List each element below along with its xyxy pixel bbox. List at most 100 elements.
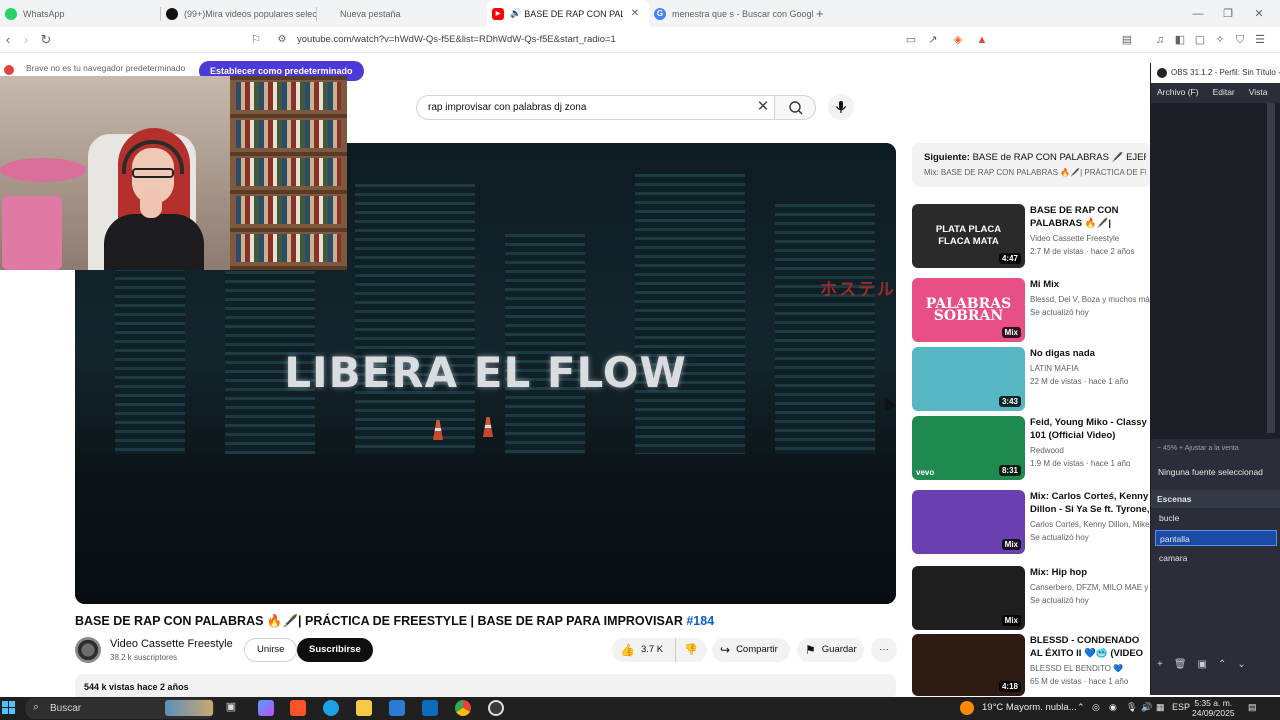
recommended-video[interactable]: 4:18 BLESSD - CONDENADO AL ÉXITO II 💙🥶 (… <box>912 634 1152 698</box>
microphone-icon[interactable]: 🎙 <box>1126 702 1137 713</box>
obs-taskbar-icon[interactable] <box>488 700 504 716</box>
leo-ai-icon[interactable]: ✧ <box>1213 33 1227 47</box>
recommended-video[interactable]: PALABRAS SOBRAN Mix Mi Mix Blessd, Dei V… <box>912 278 1152 342</box>
recommended-video[interactable]: Mix Mix: Hip hop Canserbero, DFZM, MILO … <box>912 566 1152 630</box>
tab-tiktok[interactable]: (99+)Mira videos populares selecci <box>161 0 316 27</box>
tray-app-icon[interactable]: ◎ <box>1092 702 1100 713</box>
brave-icon[interactable] <box>290 700 306 716</box>
brave-shields-icon[interactable]: ◈ <box>951 33 965 47</box>
bookmark-icon[interactable]: ⚐ <box>248 32 264 48</box>
new-tab-button[interactable]: + <box>816 6 824 21</box>
recommended-video[interactable]: vevo 8:31 Feid, Young Miko - Classy 101 … <box>912 416 1152 480</box>
video-channel[interactable]: LATIN MAFIA <box>1030 364 1152 373</box>
video-channel[interactable]: BLESSD EL BENDITO 💙 <box>1030 664 1152 673</box>
volume-icon[interactable]: 🔊 <box>1141 702 1152 713</box>
like-count[interactable]: 3.7 K <box>641 638 663 662</box>
dislike-icon[interactable]: 👎 <box>675 638 698 662</box>
tab-new[interactable]: Nueva pestaña <box>317 0 487 27</box>
obs-preview[interactable] <box>1151 103 1280 439</box>
move-up-icon[interactable]: ⌃ <box>1218 659 1226 670</box>
back-icon[interactable]: ‹ <box>0 32 16 48</box>
move-down-icon[interactable]: ⌄ <box>1237 659 1245 670</box>
channel-name[interactable]: Video Cassette Freestyle <box>110 638 233 650</box>
video-title[interactable]: Mix: Hip hop <box>1030 566 1152 579</box>
obs-scene-pantalla[interactable]: pantalla <box>1155 530 1277 546</box>
obs-menu-edit[interactable]: Editar <box>1213 87 1235 97</box>
obs-preview-scrollbar[interactable] <box>1267 103 1275 433</box>
wallet-icon[interactable]: ▢ <box>1193 33 1207 47</box>
video-title[interactable]: BASE DE RAP CON PALABRAS 🔥🖋️| PRÁCTICA D… <box>1030 204 1152 231</box>
video-thumbnail[interactable]: Mix <box>912 490 1025 554</box>
share-button[interactable]: ↪ Compartir <box>712 638 790 662</box>
forward-icon[interactable]: › <box>18 32 34 48</box>
channel-avatar[interactable] <box>75 637 101 663</box>
task-view-icon[interactable]: ▣ <box>223 700 239 716</box>
add-scene-icon[interactable]: + <box>1157 659 1163 670</box>
scene-filters-icon[interactable]: ▣ <box>1198 659 1207 670</box>
tab-whatsapp[interactable]: WhatsApp <box>0 0 160 27</box>
sidebar-toggle-icon[interactable]: ▤ <box>1120 33 1134 47</box>
search-input[interactable]: rap improvisar con palabras dj zona <box>416 95 781 120</box>
video-thumbnail[interactable]: vevo 8:31 <box>912 416 1025 480</box>
video-title[interactable]: BLESSD - CONDENADO AL ÉXITO II 💙🥶 (VIDEO… <box>1030 634 1152 661</box>
video-channel[interactable]: Blessd, Dei V, Boza y muchos más <box>1030 295 1152 304</box>
clock[interactable]: 5:35 a. m. 24/09/2025 <box>1192 698 1235 718</box>
video-title[interactable]: No digas nada <box>1030 347 1152 360</box>
recommended-video[interactable]: 3:43 No digas nada LATIN MAFIA 22 M de v… <box>912 347 1152 411</box>
minimize-icon[interactable]: — <box>1183 0 1213 27</box>
video-hashtag[interactable]: #184 <box>686 614 714 628</box>
clear-search-icon[interactable]: ✕ <box>755 98 771 116</box>
video-channel[interactable]: Redwood <box>1030 446 1152 455</box>
file-explorer-icon[interactable] <box>356 700 372 716</box>
video-thumbnail[interactable]: PLATA PLACA FLACA MATA 4:47 <box>912 204 1025 268</box>
url-field[interactable]: youtube.com/watch?v=hWdW-Qs-f5E&list=RDh… <box>297 34 616 45</box>
cast-icon[interactable]: ▭ <box>904 33 918 47</box>
edge-icon[interactable] <box>323 700 339 716</box>
recommended-video[interactable]: Mix Mix: Carlos Corteś, Kenny Dillon - S… <box>912 490 1152 554</box>
windows-start-icon[interactable] <box>2 701 16 715</box>
video-thumbnail[interactable]: PALABRAS SOBRAN Mix <box>912 278 1025 342</box>
tray-chevron-icon[interactable]: ⌃ <box>1077 702 1085 713</box>
notifications-icon[interactable]: ▤ <box>1248 702 1257 713</box>
tab-google[interactable]: G menestra que s - Buscar con Google <box>649 0 814 27</box>
copilot-icon[interactable] <box>258 700 274 716</box>
tray-app-icon[interactable]: ◉ <box>1109 702 1117 713</box>
brave-rewards-icon[interactable]: ▲ <box>975 33 989 47</box>
voice-search-button[interactable] <box>828 94 854 120</box>
subscribe-button[interactable]: Suscribirse <box>297 638 373 662</box>
search-button[interactable] <box>774 95 816 120</box>
video-channel[interactable]: Canserbero, DFZM, MILO MAE y más <box>1030 583 1152 592</box>
video-title[interactable]: Mix: Carlos Corteś, Kenny Dillon - Si Ya… <box>1030 490 1152 517</box>
obs-menu-file[interactable]: Archivo (F) <box>1157 87 1199 97</box>
restore-icon[interactable]: ❐ <box>1213 0 1243 27</box>
tab-youtube[interactable]: ▶ 🔊 BASE DE RAP CON PALABRA ✕ <box>487 0 649 27</box>
language-indicator[interactable]: ESP <box>1172 702 1190 712</box>
video-thumbnail[interactable]: Mix <box>912 566 1025 630</box>
media-icon[interactable]: ♫ <box>1153 33 1167 47</box>
video-thumbnail[interactable]: 3:43 <box>912 347 1025 411</box>
network-icon[interactable]: ▦ <box>1156 702 1165 713</box>
video-thumbnail[interactable]: 4:18 <box>912 634 1025 696</box>
vpn-icon[interactable]: ⛉ <box>1233 33 1247 47</box>
outlook-icon[interactable] <box>422 700 438 716</box>
delete-scene-icon[interactable]: 🗑 <box>1174 659 1187 670</box>
microsoft-store-icon[interactable] <box>389 700 405 716</box>
obs-scene-camara[interactable]: camara <box>1155 550 1277 566</box>
video-channel[interactable]: Carlos Corteś, Kenny Dillon, Mike D... <box>1030 520 1152 529</box>
share-page-icon[interactable]: ↗ <box>926 33 940 47</box>
up-next-box[interactable] <box>912 143 1152 187</box>
video-title[interactable]: Feid, Young Miko - Classy 101 (Official … <box>1030 416 1152 442</box>
panel-icon[interactable]: ◧ <box>1173 33 1187 47</box>
more-actions-button[interactable]: ··· <box>871 638 897 662</box>
obs-scene-bucle[interactable]: bucle <box>1155 510 1277 526</box>
recommended-video[interactable]: PLATA PLACA FLACA MATA 4:47 BASE DE RAP … <box>912 204 1152 268</box>
join-button[interactable]: Unirse <box>244 638 298 662</box>
video-title[interactable]: Mi Mix <box>1030 278 1152 291</box>
reload-icon[interactable]: ↻ <box>38 32 54 48</box>
chrome-icon[interactable] <box>455 700 471 716</box>
video-channel[interactable]: Video Cassette Freestyle <box>1030 234 1152 243</box>
weather-text[interactable]: 19°C Mayorm. nubla... <box>982 702 1077 713</box>
obs-zoom-control[interactable]: − 45% + Ajustar a la venta <box>1157 445 1239 452</box>
like-icon[interactable]: 👍 <box>620 638 635 662</box>
save-button[interactable]: ⚑ Guardar <box>797 638 864 662</box>
